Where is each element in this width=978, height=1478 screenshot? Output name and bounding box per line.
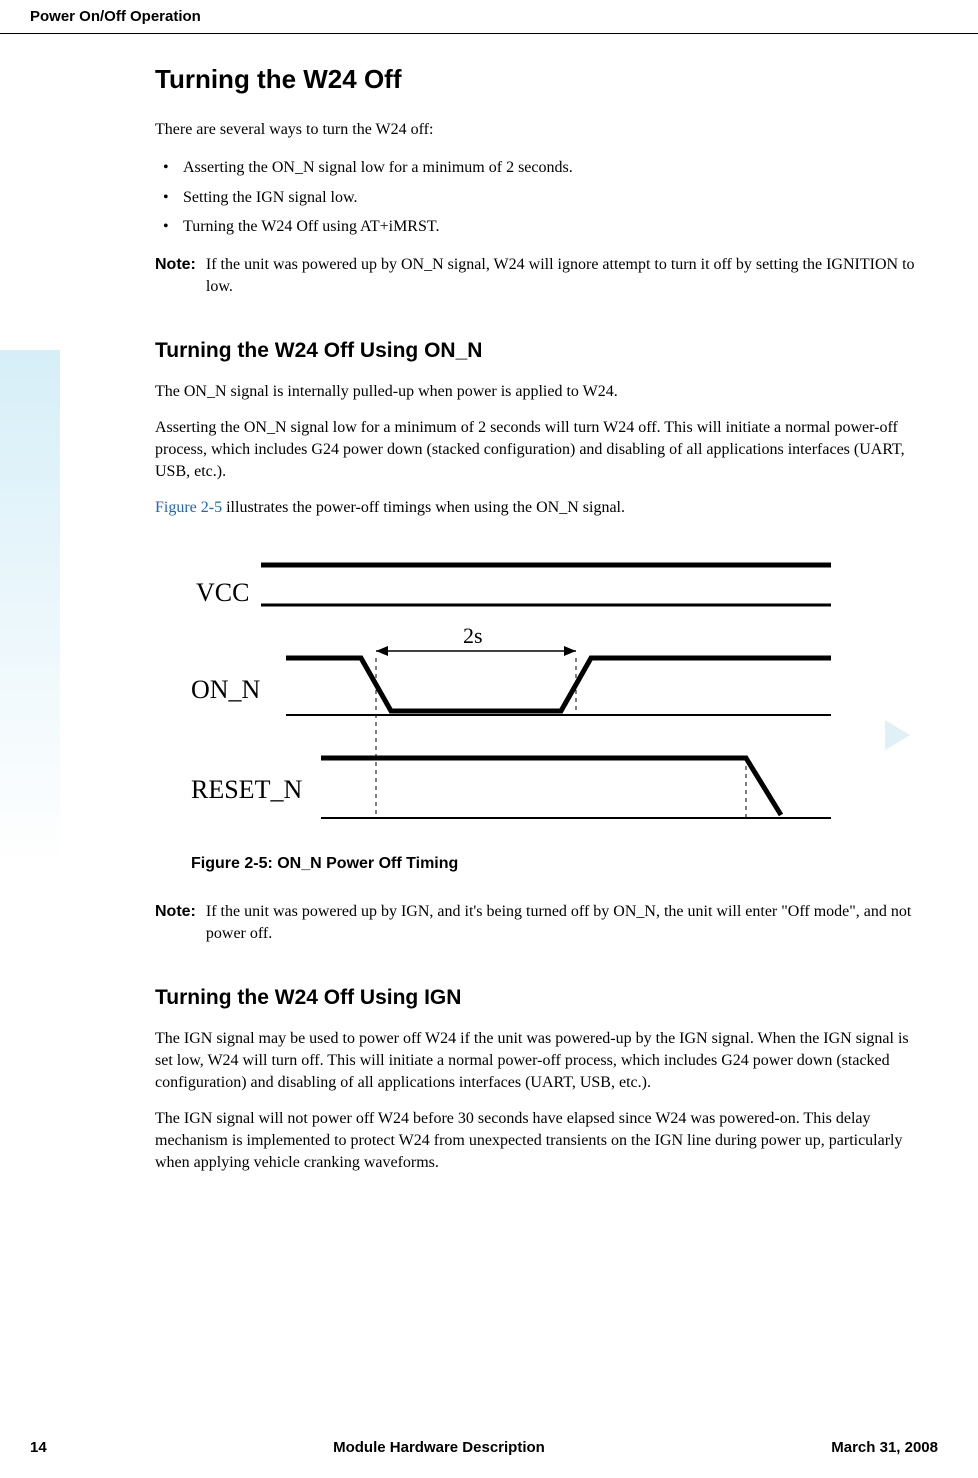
note-label: Note: [155,254,196,299]
list-item: Turning the W24 Off using AT+iMRST. [183,214,918,240]
reset-label: RESET_N [191,775,302,804]
duration-arrow-right [564,646,576,656]
header-title: Power On/Off Operation [30,8,201,25]
bullets-off-methods: Asserting the ON_N signal low for a mini… [155,155,918,240]
para-onn-3-rest: illustrates the power-off timings when u… [222,499,625,516]
onn-label: ON_N [191,675,261,704]
note-label: Note: [155,901,196,946]
figure-timing-diagram: VCC ON_N 2s RESET_N Figure 2-5: ON_N [191,543,918,873]
page-content: Turning the W24 Off There are several wa… [0,64,978,1174]
list-item: Setting the IGN signal low. [183,185,918,211]
heading-ign: Turning the W24 Off Using IGN [155,986,918,1010]
note-text: If the unit was powered up by IGN, and i… [206,901,918,946]
footer-date: March 31, 2008 [831,1439,938,1456]
duration-arrow-left [376,646,388,656]
note-block-2: Note: If the unit was powered up by IGN,… [155,901,918,946]
duration-label: 2s [463,623,483,648]
note-text: If the unit was powered up by ON_N signa… [206,254,918,299]
figure-ref-link[interactable]: Figure 2-5 [155,499,222,516]
page-header: Power On/Off Operation [0,0,978,34]
para-ign-2: The IGN signal will not power off W24 be… [155,1108,918,1174]
para-onn-2: Asserting the ON_N signal low for a mini… [155,417,918,483]
para-intro: There are several ways to turn the W24 o… [155,119,918,141]
para-onn-1: The ON_N signal is internally pulled-up … [155,381,918,403]
timing-diagram-svg: VCC ON_N 2s RESET_N [191,543,831,833]
onn-trace-top [286,658,831,711]
vcc-label: VCC [196,578,249,607]
heading-onn: Turning the W24 Off Using ON_N [155,339,918,363]
page-footer: 14 Module Hardware Description March 31,… [0,1439,978,1456]
doc-title: Module Hardware Description [333,1439,545,1456]
figure-caption: Figure 2-5: ON_N Power Off Timing [191,855,918,873]
page-number: 14 [30,1439,47,1456]
heading-turning-off: Turning the W24 Off [155,64,918,95]
para-ign-1: The IGN signal may be used to power off … [155,1028,918,1094]
reset-trace-top [321,758,781,815]
para-onn-3: Figure 2-5 illustrates the power-off tim… [155,497,918,519]
list-item: Asserting the ON_N signal low for a mini… [183,155,918,181]
note-block: Note: If the unit was powered up by ON_N… [155,254,918,299]
